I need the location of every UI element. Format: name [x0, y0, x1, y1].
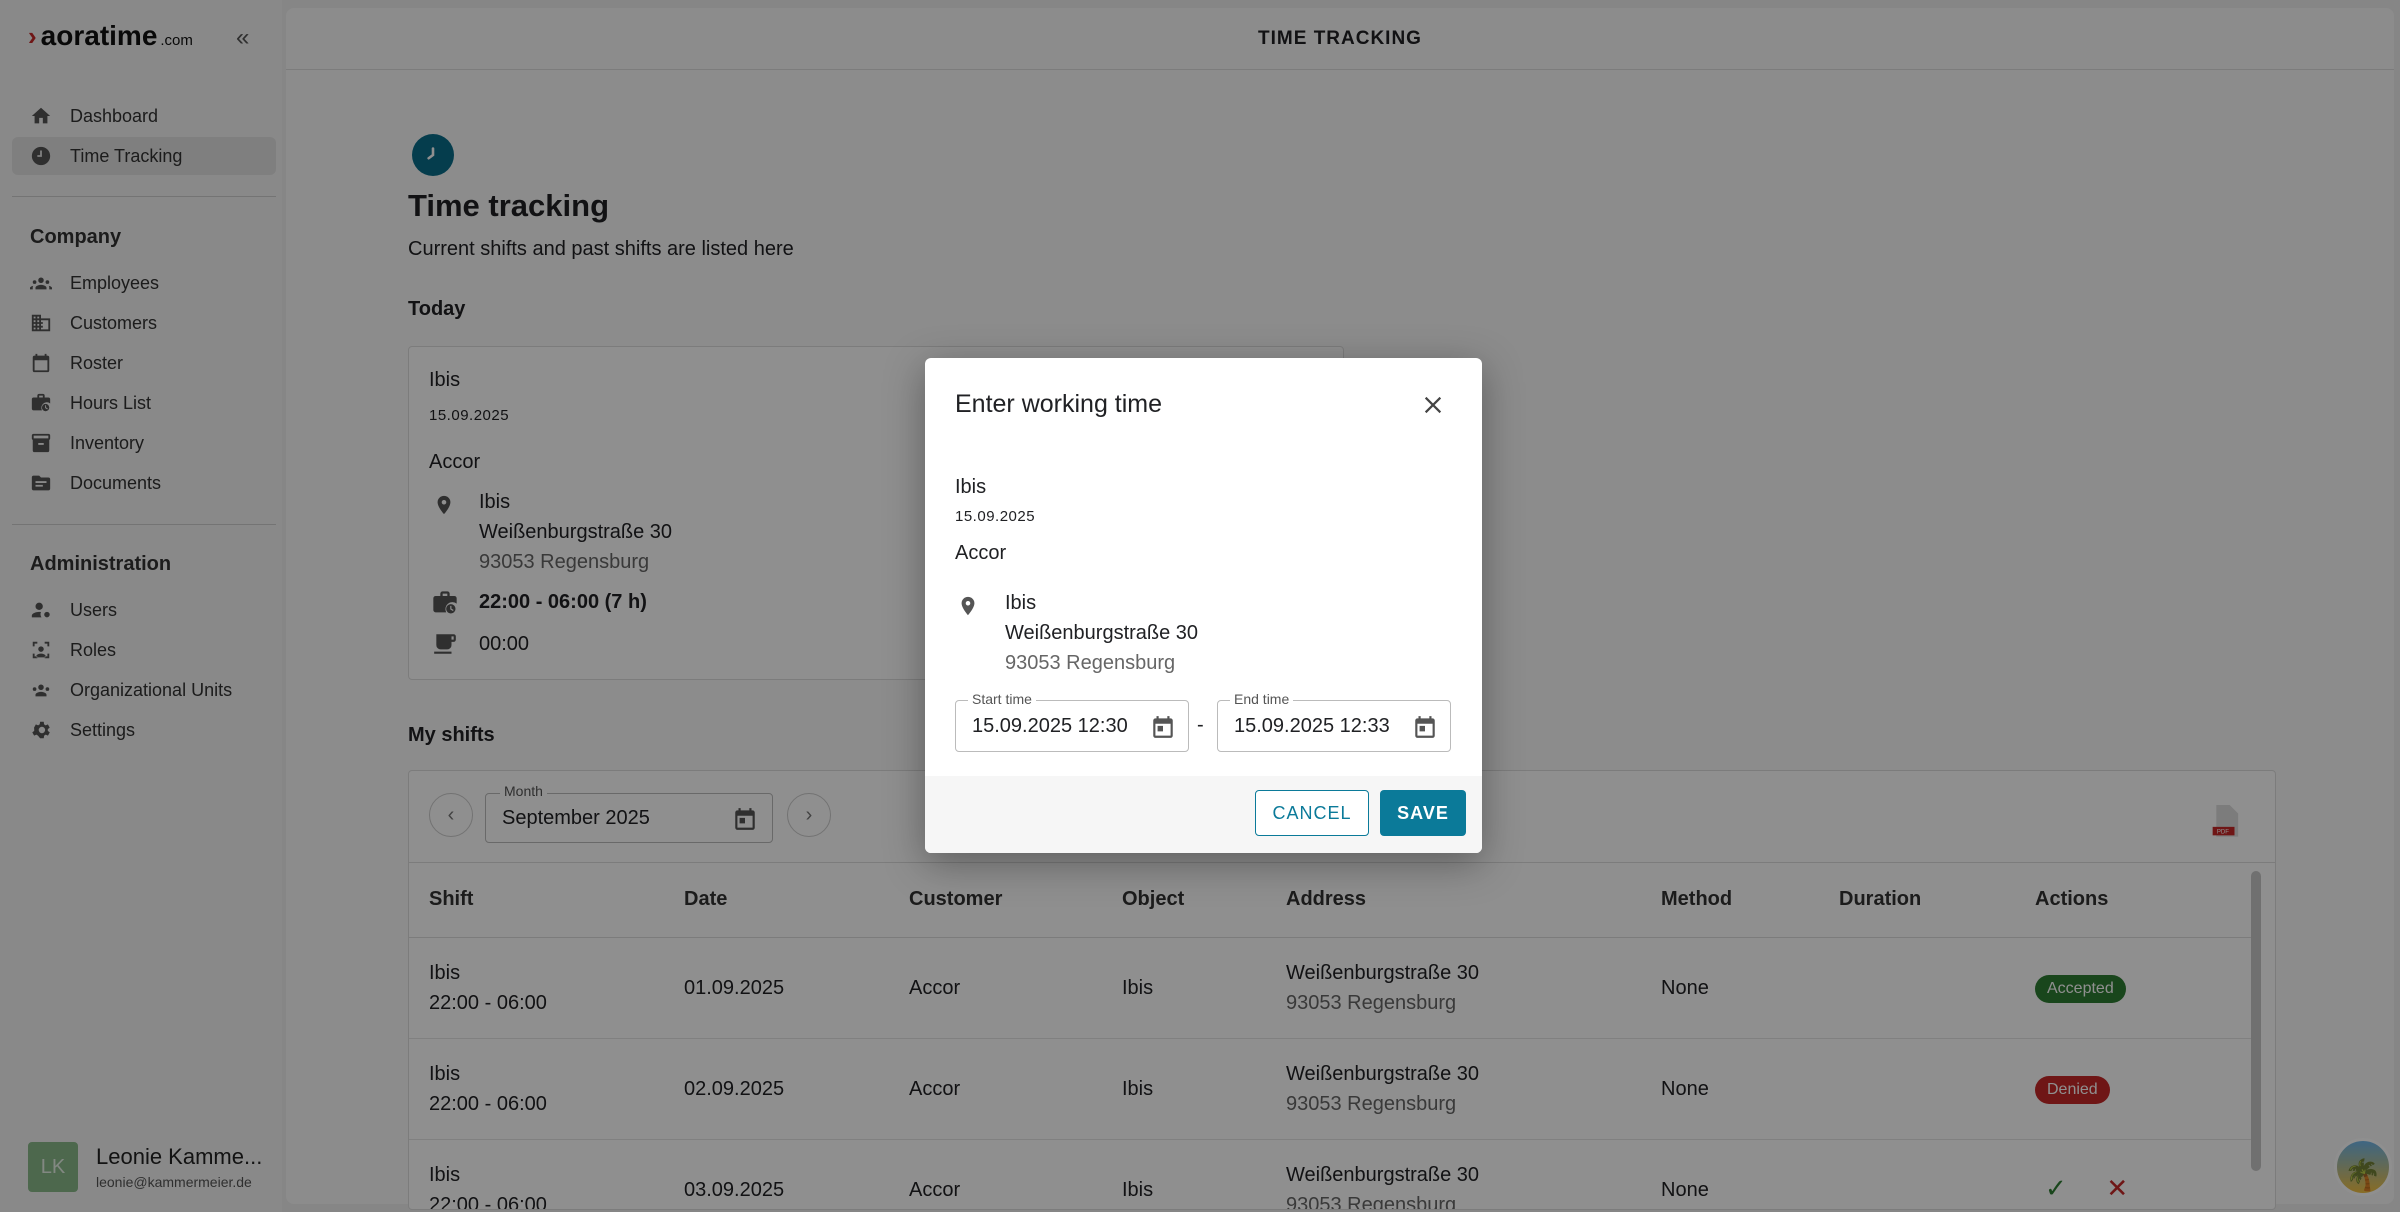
cancel-button[interactable]: CANCEL	[1255, 790, 1369, 836]
end-time-field[interactable]: End time 15.09.2025 12:33	[1217, 691, 1451, 752]
dialog-title: Enter working time	[955, 390, 1163, 418]
end-time-value[interactable]: 15.09.2025 12:33	[1234, 715, 1394, 738]
start-time-value[interactable]: 15.09.2025 12:30	[972, 715, 1132, 738]
dialog-date: 15.09.2025	[955, 508, 1036, 525]
save-button[interactable]: SAVE	[1380, 790, 1466, 836]
working-time-dialog: Enter working time Ibis 15.09.2025 Accor…	[925, 358, 1482, 853]
time-range-separator: -	[1197, 714, 1204, 736]
location-pin-icon	[961, 596, 975, 616]
dialog-object: Ibis	[1005, 592, 1037, 614]
start-time-field[interactable]: Start time 15.09.2025 12:30	[955, 691, 1189, 752]
dialog-city: 93053 Regensburg	[1005, 652, 1176, 674]
start-time-label: Start time	[968, 691, 1036, 707]
dialog-actions: CANCEL SAVE	[925, 776, 1482, 853]
app-root: › aoratime .com « Dashboard Time Trackin…	[0, 0, 2400, 1212]
calendar-icon[interactable]	[1150, 714, 1176, 740]
calendar-icon[interactable]	[1412, 714, 1438, 740]
dialog-shift-name: Ibis	[955, 476, 987, 498]
dialog-customer: Accor	[955, 542, 1007, 564]
end-time-label: End time	[1230, 691, 1294, 707]
close-icon[interactable]	[1422, 394, 1444, 416]
dialog-street: Weißenburgstraße 30	[1005, 622, 1199, 644]
